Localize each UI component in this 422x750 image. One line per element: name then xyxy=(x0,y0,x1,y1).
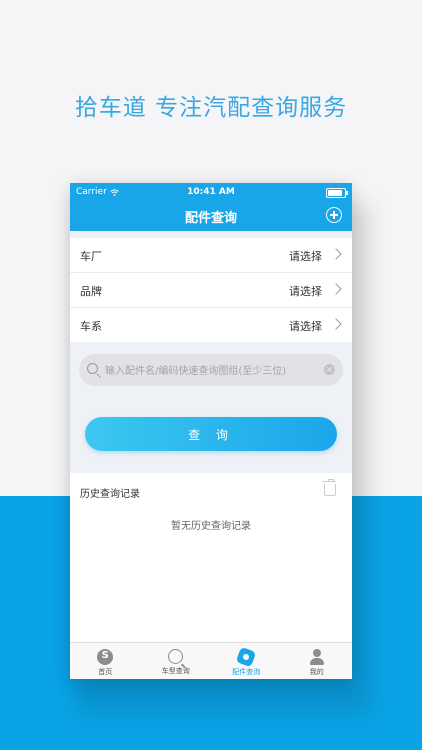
search-section xyxy=(70,343,352,397)
row-value: 请选择 xyxy=(289,250,322,263)
select-row-manufacturer[interactable]: 车厂 请选择 xyxy=(70,238,352,273)
vehicle-selectors: 车厂 请选择 品牌 请选择 车系 请选择 xyxy=(70,238,352,342)
query-button-area: 查 询 xyxy=(70,397,352,473)
tab-bar: 首页 车型查询 配件查询 我的 xyxy=(70,642,352,679)
query-button[interactable]: 查 询 xyxy=(85,417,337,451)
tab-mine[interactable]: 我的 xyxy=(282,643,353,679)
select-row-series[interactable]: 车系 请选择 xyxy=(70,308,352,342)
gear-icon xyxy=(235,646,257,668)
search-input[interactable] xyxy=(103,361,317,381)
status-bar: Carrier 10:41 AM xyxy=(70,185,352,199)
home-icon xyxy=(97,649,114,665)
clear-icon[interactable] xyxy=(324,364,335,375)
row-value: 请选择 xyxy=(289,320,322,333)
user-icon xyxy=(309,649,325,665)
status-time: 10:41 AM xyxy=(187,187,235,197)
phone-screen: Carrier 10:41 AM 配件查询 车厂 请选择 品牌 请选择 车系 请… xyxy=(70,183,352,679)
car-search-icon xyxy=(168,649,184,664)
search-icon xyxy=(87,363,98,374)
row-value: 请选择 xyxy=(289,285,322,298)
history-empty-text: 暂无历史查询记录 xyxy=(171,521,251,532)
row-label: 车厂 xyxy=(80,250,102,263)
page-title: 配件查询 xyxy=(184,211,237,226)
battery-icon xyxy=(326,188,348,198)
tab-label: 我的 xyxy=(309,668,324,676)
search-bar xyxy=(79,354,343,386)
promo-headline: 拾车道 专注汽配查询服务 xyxy=(74,95,348,121)
history-panel: 历史查询记录 暂无历史查询记录 xyxy=(70,473,352,643)
navigation-bar: Carrier 10:41 AM 配件查询 xyxy=(70,183,352,231)
tab-label: 配件查询 xyxy=(232,668,261,676)
chevron-right-icon xyxy=(330,318,342,330)
tab-parts-query[interactable]: 配件查询 xyxy=(211,643,282,679)
tab-car-model-query[interactable]: 车型查询 xyxy=(141,643,212,679)
select-row-brand[interactable]: 品牌 请选择 xyxy=(70,273,352,308)
tab-label: 车型查询 xyxy=(161,667,190,675)
tab-label: 首页 xyxy=(98,668,113,676)
chevron-right-icon xyxy=(330,283,342,295)
tab-home[interactable]: 首页 xyxy=(70,643,141,679)
row-label: 车系 xyxy=(80,320,102,333)
chevron-right-icon xyxy=(330,248,342,260)
history-title: 历史查询记录 xyxy=(80,489,140,500)
trash-icon[interactable] xyxy=(322,479,336,496)
row-label: 品牌 xyxy=(80,285,102,298)
add-circle-icon[interactable] xyxy=(326,207,342,223)
